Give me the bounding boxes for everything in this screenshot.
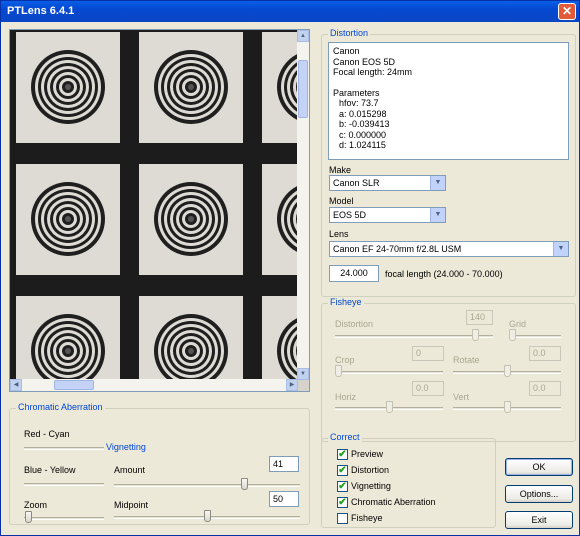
chromatic-aberration-check-icon[interactable]: ✔ xyxy=(337,497,348,509)
rotate-slider-knob[interactable] xyxy=(504,365,511,377)
horiz-input[interactable]: 0.0 xyxy=(412,381,444,396)
model-label: Model xyxy=(329,196,354,206)
correct-heading: Correct xyxy=(328,432,362,442)
title-bar[interactable]: PTLens 6.4.1 ✕ xyxy=(1,1,579,22)
amount-slider-knob[interactable] xyxy=(241,478,248,490)
chevron-down-icon[interactable]: ▼ xyxy=(430,208,445,222)
horiz-label: Horiz xyxy=(335,392,357,402)
rotate-input[interactable]: 0.0 xyxy=(529,346,561,361)
vignetting-checkbox-label: Vignetting xyxy=(351,481,391,491)
model-select[interactable]: EOS 5D ▼ xyxy=(329,207,446,223)
zoom-slider-track[interactable] xyxy=(24,517,104,520)
crop-slider-track[interactable] xyxy=(335,371,443,374)
crop-slider-knob[interactable] xyxy=(335,365,342,377)
fisheye-checkbox-label: Fisheye xyxy=(351,513,383,523)
preview-horizontal-scrollbar[interactable]: ◀ ▶ xyxy=(10,379,298,391)
info-hfov: hfov: 73.7 xyxy=(339,98,379,108)
vignetting-heading: Vignetting xyxy=(104,442,148,452)
preview-image xyxy=(10,30,298,380)
info-d: d: 1.024115 xyxy=(339,140,386,150)
chevron-down-icon[interactable]: ▼ xyxy=(553,242,568,256)
vert-input[interactable]: 0.0 xyxy=(529,381,561,396)
ptlens-window: PTLens 6.4.1 ✕ ▲ ▼ ◀ ▶ Chromatic Aberrat… xyxy=(0,0,580,536)
rotate-label: Rotate xyxy=(453,355,480,365)
info-params-header: Parameters xyxy=(333,87,380,98)
scroll-up-icon[interactable]: ▲ xyxy=(297,30,309,42)
red-cyan-slider-track[interactable] xyxy=(24,447,104,450)
info-c: c: 0.000000 xyxy=(339,129,387,140)
model-value: EOS 5D xyxy=(333,210,367,220)
vert-slider-knob[interactable] xyxy=(504,401,511,413)
distortion-check-icon[interactable]: ✔ xyxy=(337,465,348,477)
crop-input[interactable]: 0 xyxy=(412,346,444,361)
close-icon[interactable]: ✕ xyxy=(558,3,576,20)
client-area: ▲ ▼ ◀ ▶ Chromatic Aberration Red - Cyan … xyxy=(1,22,579,535)
lens-info-box: Canon Canon EOS 5D Focal length: 24mm Pa… xyxy=(328,42,569,160)
fisheye-distortion-label: Distortion xyxy=(335,319,374,329)
make-label: Make xyxy=(329,165,352,175)
grid-label: Grid xyxy=(509,319,527,329)
chromatic-aberration-checkbox[interactable]: ✔ Chromatic Aberration xyxy=(337,496,436,509)
blue-yellow-slider-track[interactable] xyxy=(24,483,104,486)
lens-value: Canon EF 24-70mm f/2.8L USM xyxy=(333,244,462,254)
lens-select[interactable]: Canon EF 24-70mm f/2.8L USM ▼ xyxy=(329,241,569,257)
vignetting-checkbox[interactable]: ✔ Vignetting xyxy=(337,480,391,493)
vertical-scroll-thumb[interactable] xyxy=(298,60,308,118)
preview-checkbox-label: Preview xyxy=(351,449,384,459)
make-select[interactable]: Canon SLR ▼ xyxy=(329,175,446,191)
preview-pane: ▲ ▼ ◀ ▶ xyxy=(9,29,310,392)
amount-input[interactable]: 41 xyxy=(269,456,299,472)
lens-label: Lens xyxy=(329,229,349,239)
focal-length-range-label: focal length (24.000 - 70.000) xyxy=(385,269,503,279)
distortion-heading: Distortion xyxy=(328,28,371,38)
chromatic-aberration-checkbox-label: Chromatic Aberration xyxy=(351,497,436,507)
zoom-label: Zoom xyxy=(24,500,48,510)
vert-label: Vert xyxy=(453,392,470,402)
zoom-slider-knob[interactable] xyxy=(25,511,32,523)
preview-vertical-scrollbar[interactable]: ▲ ▼ xyxy=(297,30,309,380)
amount-label: Amount xyxy=(114,465,146,475)
chromatic-aberration-heading: Chromatic Aberration xyxy=(16,402,105,412)
preview-check-icon[interactable]: ✔ xyxy=(337,449,348,461)
horiz-slider-knob[interactable] xyxy=(386,401,393,413)
blue-yellow-label: Blue - Yellow xyxy=(24,465,76,475)
info-focal: Focal length: 24mm xyxy=(333,67,413,77)
fisheye-distortion-input[interactable]: 140 xyxy=(466,310,493,325)
fisheye-checkbox[interactable]: Fisheye xyxy=(337,512,383,525)
midpoint-label: Midpoint xyxy=(114,500,149,510)
make-value: Canon SLR xyxy=(333,178,380,188)
crop-label: Crop xyxy=(335,355,355,365)
distortion-checkbox[interactable]: ✔ Distortion xyxy=(337,464,389,477)
distortion-checkbox-label: Distortion xyxy=(351,465,390,475)
grid-slider-track[interactable] xyxy=(509,335,561,338)
scroll-down-icon[interactable]: ▼ xyxy=(297,368,309,380)
ok-button[interactable]: OK xyxy=(505,458,573,476)
info-a: a: 0.015298 xyxy=(339,108,387,119)
fisheye-distortion-slider-knob[interactable] xyxy=(472,329,479,341)
info-maker: Canon xyxy=(333,46,360,56)
chevron-down-icon[interactable]: ▼ xyxy=(430,176,445,190)
info-camera: Canon EOS 5D xyxy=(333,56,396,67)
window-title: PTLens 6.4.1 xyxy=(7,5,75,17)
exit-button[interactable]: Exit xyxy=(505,511,573,529)
midpoint-input[interactable]: 50 xyxy=(269,491,299,507)
preview-checkbox[interactable]: ✔ Preview xyxy=(337,448,383,461)
vignetting-group: Vignetting Amount 41 Midpoint 50 xyxy=(97,442,305,525)
fisheye-check-icon[interactable] xyxy=(337,513,348,525)
midpoint-slider-knob[interactable] xyxy=(204,510,211,522)
red-cyan-label: Red - Cyan xyxy=(24,429,70,439)
focal-length-input[interactable]: 24.000 xyxy=(329,265,379,282)
options-button[interactable]: Options... xyxy=(505,485,573,503)
grid-slider-knob[interactable] xyxy=(509,329,516,341)
scroll-right-icon[interactable]: ▶ xyxy=(286,379,298,391)
fisheye-heading: Fisheye xyxy=(328,297,364,307)
horizontal-scroll-thumb[interactable] xyxy=(54,380,94,390)
amount-slider-track[interactable] xyxy=(114,484,300,487)
info-b: b: -0.039413 xyxy=(339,119,390,129)
vignetting-check-icon[interactable]: ✔ xyxy=(337,481,348,493)
fisheye-distortion-slider-track[interactable] xyxy=(335,335,493,338)
scroll-left-icon[interactable]: ◀ xyxy=(10,379,22,391)
